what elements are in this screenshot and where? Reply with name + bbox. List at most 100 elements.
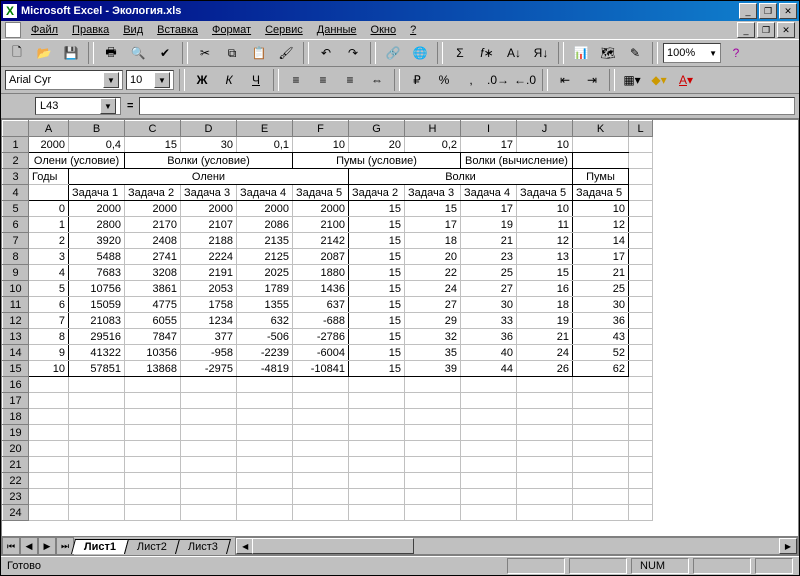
cell[interactable]: 0,2 xyxy=(405,137,461,153)
cell[interactable] xyxy=(29,185,69,201)
cell[interactable]: 1 xyxy=(29,217,69,233)
cell[interactable]: 16 xyxy=(517,281,573,297)
cell[interactable] xyxy=(237,441,293,457)
select-all-corner[interactable] xyxy=(3,121,29,137)
save-icon[interactable]: 💾 xyxy=(59,41,83,65)
row-header[interactable]: 18 xyxy=(3,409,29,425)
cell[interactable]: 15 xyxy=(349,233,405,249)
cell[interactable]: 15 xyxy=(349,361,405,377)
cell[interactable]: Волки (вычисление) xyxy=(461,153,573,169)
new-icon[interactable]: 🗋 xyxy=(5,41,29,65)
cell[interactable] xyxy=(629,425,653,441)
italic-icon[interactable]: К xyxy=(217,68,241,92)
cell[interactable] xyxy=(293,425,349,441)
increase-indent-icon[interactable]: ⇥ xyxy=(580,68,604,92)
cell[interactable]: 12 xyxy=(517,233,573,249)
row-header[interactable]: 15 xyxy=(3,361,29,377)
cell[interactable] xyxy=(237,457,293,473)
cell[interactable] xyxy=(629,217,653,233)
cell[interactable]: 17 xyxy=(573,249,629,265)
row-header[interactable]: 6 xyxy=(3,217,29,233)
cell[interactable] xyxy=(517,441,573,457)
cell[interactable] xyxy=(629,249,653,265)
minimize-button[interactable]: _ xyxy=(739,3,757,19)
cell[interactable] xyxy=(293,473,349,489)
cell[interactable] xyxy=(349,409,405,425)
tab-nav-prev-icon[interactable]: ◀ xyxy=(20,537,38,555)
cell[interactable] xyxy=(629,473,653,489)
doc-minimize-button[interactable]: _ xyxy=(737,22,755,38)
cell[interactable] xyxy=(181,473,237,489)
cell[interactable]: 26 xyxy=(517,361,573,377)
cell[interactable]: 10 xyxy=(573,201,629,217)
menu-view[interactable]: Вид xyxy=(117,23,149,37)
row-header[interactable]: 5 xyxy=(3,201,29,217)
col-header[interactable]: C xyxy=(125,121,181,137)
cell[interactable] xyxy=(125,473,181,489)
cell[interactable] xyxy=(405,409,461,425)
cell[interactable]: 6055 xyxy=(125,313,181,329)
menu-format[interactable]: Формат xyxy=(206,23,257,37)
cell[interactable]: 4775 xyxy=(125,297,181,313)
cell[interactable]: 7683 xyxy=(69,265,125,281)
row-header[interactable]: 8 xyxy=(3,249,29,265)
cell[interactable] xyxy=(629,233,653,249)
cell[interactable]: 15 xyxy=(349,297,405,313)
cell[interactable]: 2170 xyxy=(125,217,181,233)
cell[interactable]: 17 xyxy=(405,217,461,233)
cell[interactable] xyxy=(125,505,181,521)
cell[interactable] xyxy=(181,457,237,473)
cell[interactable] xyxy=(629,153,653,169)
cell[interactable]: 44 xyxy=(461,361,517,377)
merge-center-icon[interactable]: ⇔ xyxy=(365,68,389,92)
cell[interactable]: 32 xyxy=(405,329,461,345)
cell[interactable] xyxy=(405,505,461,521)
cell[interactable]: 15 xyxy=(349,249,405,265)
cell[interactable] xyxy=(29,489,69,505)
cell[interactable]: 13 xyxy=(517,249,573,265)
cell[interactable] xyxy=(181,425,237,441)
cell[interactable]: 30 xyxy=(573,297,629,313)
fill-color-icon[interactable]: ◆▾ xyxy=(647,68,671,92)
cell[interactable] xyxy=(181,409,237,425)
cell[interactable]: 632 xyxy=(237,313,293,329)
cell[interactable] xyxy=(237,489,293,505)
cell[interactable] xyxy=(629,185,653,201)
cell[interactable] xyxy=(461,457,517,473)
cell[interactable]: 27 xyxy=(405,297,461,313)
row-header[interactable]: 12 xyxy=(3,313,29,329)
cell[interactable] xyxy=(573,153,629,169)
cell[interactable]: 20 xyxy=(405,249,461,265)
cell[interactable]: Волки xyxy=(349,169,573,185)
cell[interactable]: 377 xyxy=(181,329,237,345)
decrease-indent-icon[interactable]: ⇤ xyxy=(553,68,577,92)
cell[interactable]: 1880 xyxy=(293,265,349,281)
cell[interactable] xyxy=(29,457,69,473)
row-header[interactable]: 4 xyxy=(3,185,29,201)
cell[interactable] xyxy=(629,137,653,153)
cell[interactable] xyxy=(629,329,653,345)
cell[interactable] xyxy=(461,377,517,393)
cell[interactable]: 5488 xyxy=(69,249,125,265)
spellcheck-icon[interactable]: ✔ xyxy=(153,41,177,65)
cell[interactable] xyxy=(461,393,517,409)
zoom-combo[interactable]: 100%▼ xyxy=(663,43,721,63)
cell[interactable]: 39 xyxy=(405,361,461,377)
cell[interactable] xyxy=(629,457,653,473)
cell[interactable]: 2000 xyxy=(293,201,349,217)
print-icon[interactable]: 🖶 xyxy=(99,41,123,65)
cell[interactable] xyxy=(125,489,181,505)
cell[interactable] xyxy=(573,441,629,457)
menu-window[interactable]: Окно xyxy=(365,23,403,37)
row-header[interactable]: 9 xyxy=(3,265,29,281)
cell[interactable]: 62 xyxy=(573,361,629,377)
cell[interactable]: Годы xyxy=(29,169,69,185)
cell[interactable]: 35 xyxy=(405,345,461,361)
col-header[interactable]: E xyxy=(237,121,293,137)
cell[interactable]: 2000 xyxy=(29,137,69,153)
cell[interactable] xyxy=(237,473,293,489)
cell[interactable] xyxy=(573,457,629,473)
cell[interactable] xyxy=(29,377,69,393)
cell[interactable]: 57851 xyxy=(69,361,125,377)
cell[interactable]: 2000 xyxy=(125,201,181,217)
